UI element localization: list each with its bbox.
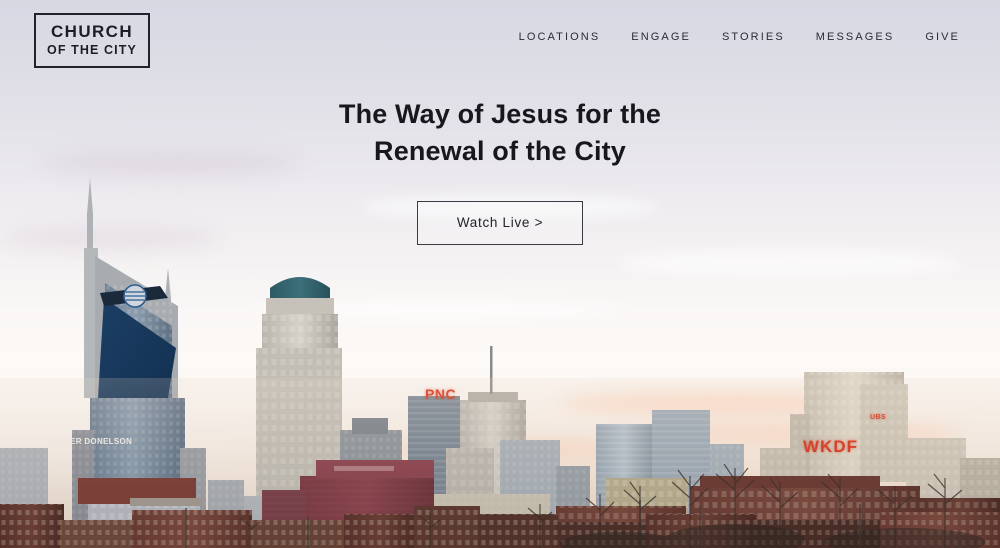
ubs-sign: UBS: [870, 414, 886, 421]
nav-item-locations[interactable]: LOCATIONS: [519, 31, 601, 43]
logo-line-1: CHURCH: [50, 22, 134, 42]
hero-cta-wrap: Watch Live >: [0, 200, 1000, 245]
logo-line-2: OF THE CITY: [47, 43, 137, 58]
pnc-sign: PNC: [425, 386, 457, 402]
nav-item-engage[interactable]: ENGAGE: [631, 31, 691, 43]
site-header: CHURCH OF THE CITY LOCATIONS ENGAGE STOR…: [0, 0, 1000, 80]
nav-item-messages[interactable]: MESSAGES: [816, 31, 895, 43]
nav-item-stories[interactable]: STORIES: [722, 31, 785, 43]
foreground-trees: [0, 428, 1000, 548]
hero-headline-line-2: of the City: [492, 136, 626, 167]
watch-live-button[interactable]: Watch Live >: [417, 200, 583, 245]
homepage-hero-screen: BAKER DONELSON PNC WKDF UBS CHURCH OF TH…: [0, 0, 1000, 548]
logo-church-of-the-city[interactable]: CHURCH OF THE CITY: [34, 13, 150, 68]
main-navigation: LOCATIONS ENGAGE STORIES MESSAGES GIVE: [519, 31, 960, 43]
nav-item-give[interactable]: GIVE: [925, 31, 960, 43]
hero-headline: The Way of Jesus for the Renewal of the …: [285, 96, 715, 171]
hero-section: The Way of Jesus for the Renewal of the …: [0, 96, 1000, 245]
